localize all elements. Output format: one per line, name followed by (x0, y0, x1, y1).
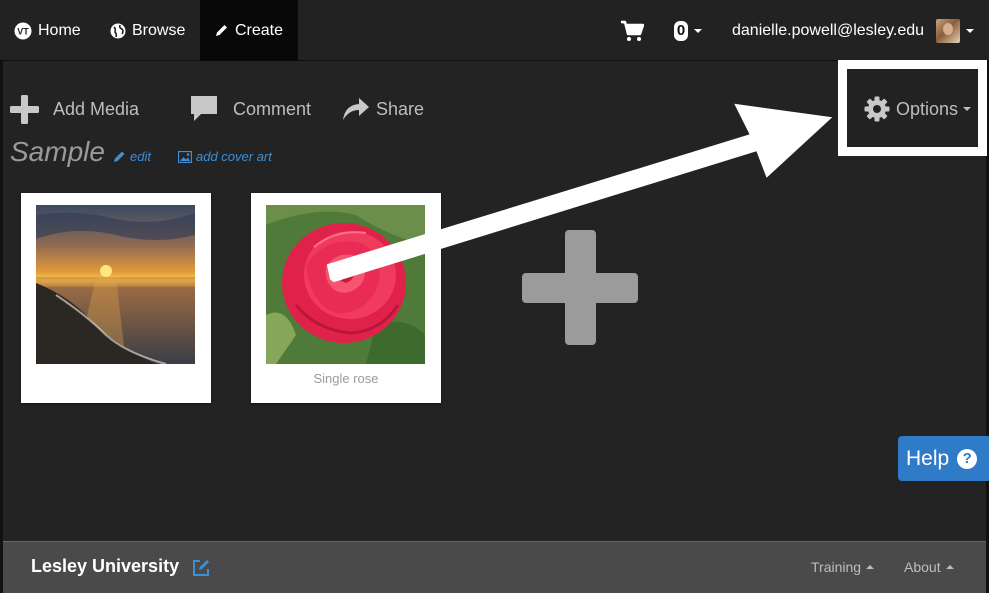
logo-icon: VT (14, 22, 32, 40)
image-icon (178, 150, 192, 163)
media-caption: Single rose (313, 371, 379, 386)
top-navbar: VT Home Browse Create 0 danielle.powell@… (0, 0, 989, 61)
add-media-button[interactable]: Add Media (10, 92, 139, 126)
cover-art-label: add cover art (196, 149, 272, 164)
plus-icon (522, 230, 638, 345)
nav-home-label: Home (38, 21, 81, 39)
help-label: Help (906, 446, 950, 470)
add-media-label: Add Media (53, 98, 140, 119)
edit-title-link[interactable]: edit (113, 149, 151, 164)
question-icon: ? (957, 448, 978, 469)
footer-about-menu[interactable]: About (904, 559, 954, 575)
add-media-slot[interactable] (485, 193, 675, 403)
svg-text:VT: VT (17, 26, 29, 36)
nav-create-label: Create (235, 21, 284, 39)
nav-browse[interactable]: Browse (110, 0, 185, 61)
edit-label: edit (130, 149, 151, 164)
gear-icon (864, 96, 890, 122)
comment-icon (189, 95, 219, 123)
comment-label: Comment (233, 98, 312, 119)
comment-button[interactable]: Comment (189, 92, 311, 126)
collection-title: Sample (10, 136, 105, 167)
nav-browse-label: Browse (132, 21, 186, 39)
avatar (936, 18, 961, 43)
share-button[interactable]: Share (342, 92, 424, 126)
pencil-icon (113, 150, 126, 163)
user-menu[interactable]: danielle.powell@lesley.edu (732, 0, 975, 61)
media-card-single-rose[interactable]: Single rose (251, 193, 441, 403)
share-icon (342, 97, 370, 121)
user-email: danielle.powell@lesley.edu (732, 21, 925, 39)
chevron-down-icon (963, 107, 972, 111)
footer-about-label: About (904, 559, 941, 575)
sunset-thumbnail (36, 205, 195, 364)
cart-count-badge: 0 (674, 20, 688, 41)
footer-training-menu[interactable]: Training (811, 559, 875, 575)
chevron-up-icon (866, 565, 875, 569)
rose-thumbnail (266, 205, 425, 364)
add-cover-art-link[interactable]: add cover art (178, 149, 272, 164)
chevron-down-icon (966, 28, 975, 33)
cart-count-dropdown[interactable]: 0 (674, 0, 702, 61)
chevron-up-icon (945, 565, 954, 569)
options-button[interactable]: Options (864, 92, 972, 126)
pencil-icon (214, 23, 229, 38)
footer-brand: Lesley University (31, 556, 180, 576)
globe-icon (110, 23, 126, 39)
footer: Lesley University Training About (3, 541, 986, 593)
options-label: Options (896, 98, 959, 119)
plus-icon (10, 94, 39, 124)
edit-square-icon[interactable] (191, 558, 211, 578)
chevron-down-icon (694, 28, 702, 33)
share-label: Share (376, 98, 425, 119)
cart-button[interactable] (620, 0, 650, 61)
help-button[interactable]: Help ? (898, 436, 989, 481)
media-card-sunset[interactable] (21, 193, 211, 403)
footer-training-label: Training (811, 559, 862, 575)
nav-home[interactable]: VT Home (14, 0, 81, 61)
cart-icon (620, 20, 644, 42)
nav-create[interactable]: Create (200, 0, 298, 61)
